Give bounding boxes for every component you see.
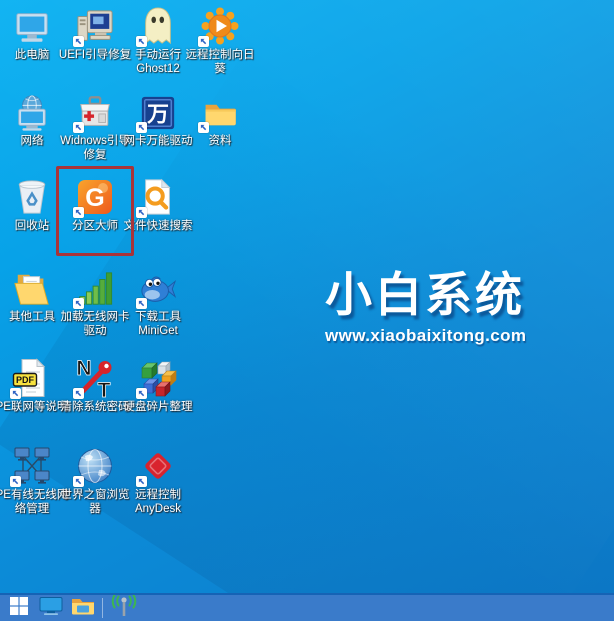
desktop-icon-pdf-doc[interactable]: PDF PE联网等说明: [1, 358, 63, 415]
fish-icon: [137, 268, 179, 308]
svg-text:T: T: [98, 379, 111, 398]
shortcut-arrow-icon: [136, 122, 147, 133]
desktop-icon-toolbox[interactable]: Widnows引导修复: [64, 92, 126, 162]
shortcut-arrow-icon: [136, 207, 147, 218]
desktop-icon-this-pc[interactable]: 此电脑: [1, 6, 63, 63]
svg-text:万: 万: [146, 102, 169, 127]
icon-label: 硬盘碎片整理: [119, 401, 197, 415]
this-pc-icon: [11, 6, 53, 46]
shortcut-arrow-icon: [198, 122, 209, 133]
desktop-icon-fish[interactable]: 下载工具MiniGet: [127, 268, 189, 338]
network-map-icon: [11, 446, 53, 486]
shortcut-arrow-icon: [73, 476, 84, 487]
desktop-icon-network-globe-monitor[interactable]: 网络: [1, 92, 63, 149]
anydesk-icon: [137, 446, 179, 486]
partition-master-icon: G: [74, 177, 116, 217]
shortcut-arrow-icon: [136, 476, 147, 487]
recycle-bin-icon: [11, 177, 53, 217]
computer-repair-icon: [74, 6, 116, 46]
file-explorer-button[interactable]: [68, 595, 98, 621]
network-tray-icon[interactable]: [109, 595, 139, 621]
branding: 小白系统 www.xiaobaixitong.com: [325, 270, 526, 346]
taskbar: [0, 593, 614, 621]
brand-url: www.xiaobaixitong.com: [325, 326, 526, 346]
shortcut-arrow-icon: [136, 298, 147, 309]
network-globe-monitor-icon: [11, 92, 53, 132]
windows-logo-icon: [9, 596, 29, 621]
desktop-icon-file-search[interactable]: 文件快速搜索: [127, 177, 189, 234]
start-button[interactable]: [4, 595, 34, 621]
desktop-icon-nic-driver[interactable]: 万 网卡万能驱动: [127, 92, 189, 149]
shortcut-arrow-icon: [73, 122, 84, 133]
this-pc-task-button[interactable]: [36, 595, 66, 621]
toolbox-icon: [74, 92, 116, 132]
svg-text:N: N: [76, 358, 91, 380]
shortcut-arrow-icon: [73, 298, 84, 309]
icon-label: 远程控制向日葵: [181, 49, 259, 76]
desktop-icon-recycle-bin[interactable]: 回收站: [1, 177, 63, 234]
pdf-doc-icon: PDF: [11, 358, 53, 398]
ghost-icon: [137, 6, 179, 46]
desktop-icon-defrag-cubes[interactable]: 硬盘碎片整理: [127, 358, 189, 415]
shortcut-arrow-icon: [198, 36, 209, 47]
sunflower-icon: [199, 6, 241, 46]
desktop-icon-partition-master[interactable]: G 分区大师: [64, 177, 126, 234]
desktop-icon-sunflower[interactable]: 远程控制向日葵: [189, 6, 251, 76]
shortcut-arrow-icon: [136, 388, 147, 399]
svg-text:G: G: [85, 184, 104, 212]
open-folder-icon: [11, 268, 53, 308]
icon-label: 文件快速搜索: [119, 220, 197, 234]
signal-bars-icon: [74, 268, 116, 308]
folder-icon: [199, 92, 241, 132]
monitor-icon: [39, 596, 63, 621]
defrag-cubes-icon: [137, 358, 179, 398]
desktop-icon-open-folder[interactable]: 其他工具: [1, 268, 63, 325]
nic-driver-icon: 万: [137, 92, 179, 132]
svg-text:PDF: PDF: [16, 375, 35, 385]
icon-label: 远程控制AnyDesk: [119, 489, 197, 516]
shortcut-arrow-icon: [73, 207, 84, 218]
shortcut-arrow-icon: [10, 476, 21, 487]
nt-key-icon: N T: [74, 358, 116, 398]
desktop-icon-nt-key[interactable]: N T 清除系统密码: [64, 358, 126, 415]
desktop: 此电脑 UEFI引导修复 手动运行Ghost12 远程控制向日葵 网络 Widn…: [0, 0, 614, 621]
brand-title: 小白系统: [325, 270, 526, 319]
desktop-icon-ghost[interactable]: 手动运行Ghost12: [127, 6, 189, 76]
globe-icon: [74, 446, 116, 486]
desktop-icon-anydesk[interactable]: 远程控制AnyDesk: [127, 446, 189, 516]
desktop-icon-network-map[interactable]: PE有线无线网络管理: [1, 446, 63, 516]
desktop-icon-folder[interactable]: 资料: [189, 92, 251, 149]
desktop-icon-computer-repair[interactable]: UEFI引导修复: [64, 6, 126, 63]
shortcut-arrow-icon: [73, 36, 84, 47]
antenna-signal-icon: [109, 595, 139, 621]
shortcut-arrow-icon: [136, 36, 147, 47]
desktop-icon-signal-bars[interactable]: 加载无线网卡驱动: [64, 268, 126, 338]
shortcut-arrow-icon: [73, 388, 84, 399]
taskbar-separator: [102, 598, 103, 618]
icon-label: 资料: [181, 135, 259, 149]
shortcut-arrow-icon: [10, 388, 21, 399]
icon-label: 下载工具MiniGet: [119, 311, 197, 338]
desktop-icon-globe[interactable]: 世界之窗浏览器: [64, 446, 126, 516]
folder-icon: [71, 596, 95, 620]
file-search-icon: [137, 177, 179, 217]
